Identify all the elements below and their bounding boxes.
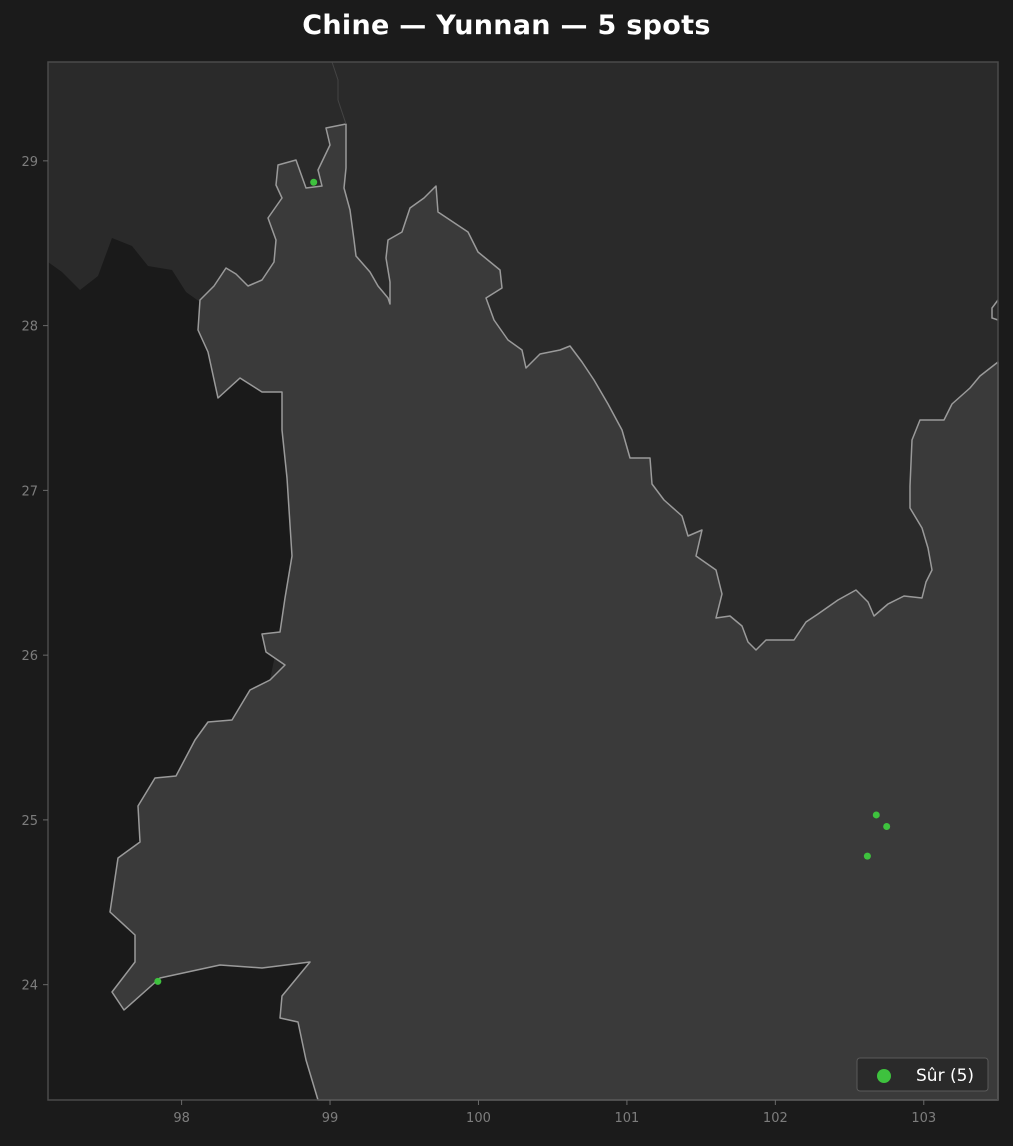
y-tick-label: 27 (21, 484, 38, 499)
legend-label: Sûr (5) (916, 1066, 974, 1086)
x-tick-label: 101 (614, 1111, 639, 1126)
spot-marker[interactable] (310, 178, 318, 186)
spot-marker[interactable] (883, 822, 891, 830)
x-tick-label: 98 (173, 1111, 190, 1126)
y-axis: 24 25 26 27 28 29 (21, 155, 48, 994)
y-tick-label: 24 (21, 979, 38, 994)
x-tick-label: 99 (322, 1111, 339, 1126)
y-tick-label: 25 (21, 814, 38, 829)
x-tick-label: 103 (911, 1111, 936, 1126)
spot-marker[interactable] (863, 852, 871, 860)
y-tick-label: 29 (21, 155, 38, 170)
spot-marker[interactable] (872, 811, 880, 819)
x-tick-label: 100 (466, 1111, 491, 1126)
legend: Sûr (5) (856, 1057, 989, 1092)
map-canvas[interactable]: 98 99 100 101 102 103 24 25 26 27 28 29 Sûr (5) (0, 0, 1013, 1146)
plot-area[interactable] (48, 61, 999, 1101)
legend-marker (877, 1069, 891, 1083)
spot-marker[interactable] (154, 977, 162, 985)
y-tick-label: 26 (21, 649, 38, 664)
x-tick-label: 102 (763, 1111, 788, 1126)
y-tick-label: 28 (21, 320, 38, 335)
x-axis: 98 99 100 101 102 103 (173, 1100, 936, 1126)
